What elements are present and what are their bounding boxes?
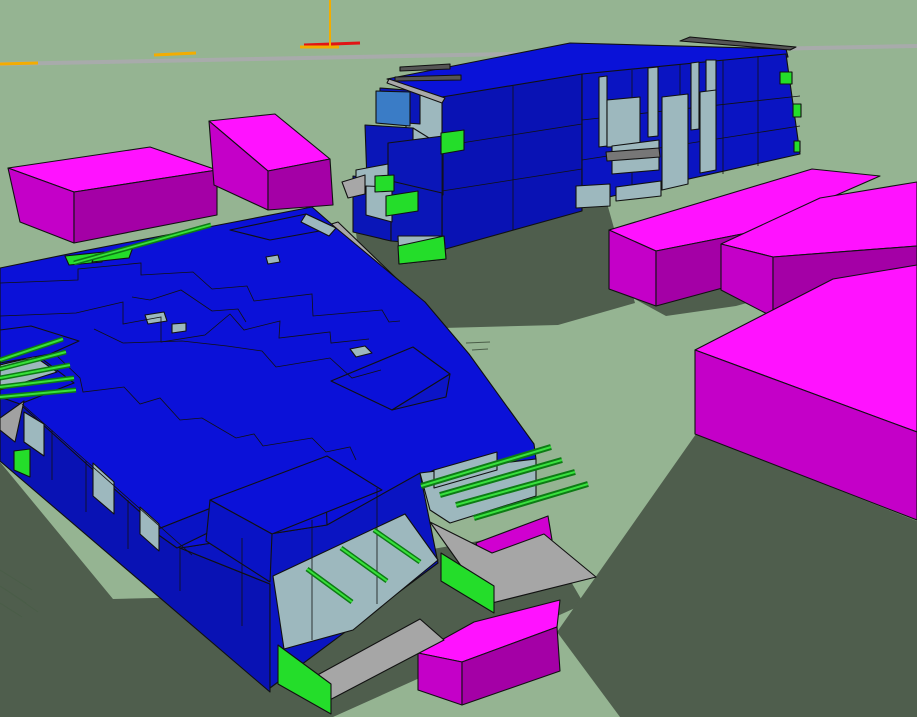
yellow-axis-segment-mid	[153, 51, 197, 57]
yellow-axis-segment-left	[0, 61, 39, 66]
red-axis-segment	[303, 41, 361, 47]
3d-model-viewport[interactable]	[0, 0, 917, 717]
model-canvas[interactable]	[0, 0, 917, 717]
